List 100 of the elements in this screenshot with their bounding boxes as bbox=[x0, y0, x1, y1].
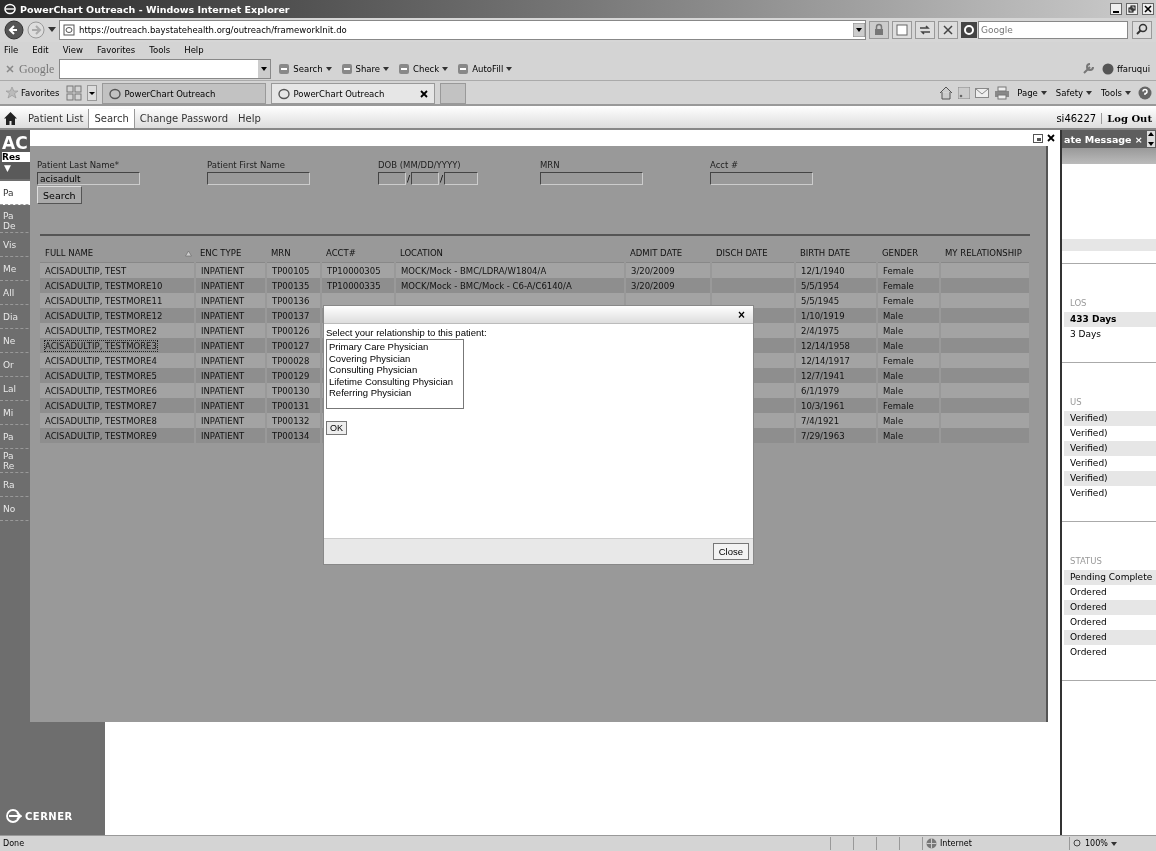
stop-icon[interactable] bbox=[938, 21, 958, 39]
panel-row-text: Ordered bbox=[1069, 646, 1108, 659]
menu-item[interactable]: Edit bbox=[32, 45, 49, 55]
column-header[interactable]: DISCH DATE bbox=[711, 244, 795, 263]
scroll-arrows-icon[interactable] bbox=[1147, 131, 1155, 147]
column-header[interactable]: FULL NAME bbox=[40, 244, 195, 263]
field-label: DOB (MM/DD/YYYY) bbox=[378, 160, 462, 170]
search-icon[interactable] bbox=[1132, 21, 1152, 39]
panel-row-text: 3 Days bbox=[1069, 328, 1103, 341]
page-icon bbox=[63, 24, 75, 36]
input-field[interactable] bbox=[540, 172, 643, 185]
help-icon[interactable] bbox=[1138, 85, 1152, 100]
toolbar-icon bbox=[457, 63, 470, 75]
toolbar-button[interactable]: Search bbox=[276, 63, 334, 75]
page-icon bbox=[278, 87, 291, 100]
menu-item[interactable]: View bbox=[62, 45, 83, 55]
column-header[interactable]: BIRTH DATE bbox=[795, 244, 877, 263]
page-icon bbox=[109, 87, 122, 100]
caret-icon[interactable] bbox=[87, 84, 98, 101]
table-cell: 7/29/1963 bbox=[795, 428, 877, 443]
column-header[interactable]: ENC TYPE bbox=[195, 244, 266, 263]
nav-tab[interactable]: Search bbox=[88, 109, 135, 128]
security-zone: Internet bbox=[922, 837, 1069, 850]
caret-icon bbox=[442, 67, 449, 71]
logout-link[interactable]: Log Out bbox=[1102, 113, 1152, 124]
toolbar-button[interactable]: Check bbox=[396, 63, 451, 75]
table-cell[interactable]: ACISADULTIP, TESTMORE9 bbox=[40, 428, 195, 443]
relationship-list[interactable]: Primary Care Physician Covering Physician Consulting Physician Lifetime Consulting Physician Referring Physician bbox=[326, 339, 464, 409]
menu-item[interactable]: Tools bbox=[149, 45, 171, 55]
print-icon[interactable] bbox=[994, 85, 1011, 100]
column-header[interactable]: MY RELATIONSHIP bbox=[940, 244, 1030, 263]
search-field[interactable]: Google bbox=[978, 21, 1128, 39]
close-button[interactable] bbox=[1142, 3, 1154, 15]
favorites-button[interactable]: Favorites bbox=[4, 86, 62, 99]
toolbar-button[interactable]: Share bbox=[338, 63, 392, 75]
list-option[interactable]: Primary Care Physician bbox=[329, 341, 461, 353]
input-field[interactable] bbox=[207, 172, 310, 185]
nav-tab[interactable]: Patient List bbox=[23, 109, 89, 128]
table-cell: Male bbox=[877, 428, 940, 443]
search-button[interactable]: Search bbox=[37, 186, 82, 204]
command-menu[interactable]: Page bbox=[1015, 87, 1049, 98]
minimize-button[interactable] bbox=[1110, 3, 1122, 15]
panel-row-text: Ordered bbox=[1069, 586, 1108, 599]
google-logo-icon bbox=[961, 22, 977, 38]
column-header[interactable]: MRN bbox=[266, 244, 321, 263]
user-menu[interactable]: ffaruqui bbox=[1099, 63, 1152, 75]
feed-icon[interactable] bbox=[958, 86, 971, 99]
day-field[interactable] bbox=[411, 172, 440, 185]
panel-row-text: Ordered bbox=[1069, 616, 1108, 629]
list-option[interactable]: Lifetime Consulting Physician bbox=[329, 375, 461, 387]
nav-tab[interactable]: Help bbox=[233, 109, 266, 128]
panel-row-text: Verified) bbox=[1069, 487, 1109, 500]
field-label: Patient Last Name* bbox=[37, 160, 121, 170]
nav-tab[interactable]: Change Password bbox=[134, 109, 234, 128]
dropdown-icon[interactable] bbox=[258, 60, 271, 78]
restore-icon[interactable] bbox=[1033, 133, 1043, 143]
zoom-icon bbox=[1073, 839, 1082, 848]
toolbar-icon bbox=[398, 63, 411, 75]
menu-item[interactable]: File bbox=[4, 45, 19, 55]
caret-icon bbox=[1125, 90, 1131, 95]
list-option[interactable]: Covering Physician bbox=[329, 352, 461, 364]
close-icon[interactable] bbox=[420, 89, 429, 98]
year-field[interactable] bbox=[444, 172, 479, 185]
caret-icon[interactable] bbox=[48, 27, 56, 33]
browser-tab[interactable]: PowerChart Outreach bbox=[102, 83, 267, 104]
close-icon[interactable] bbox=[1047, 134, 1055, 142]
list-option[interactable]: Consulting Physician bbox=[329, 364, 461, 376]
back-button[interactable] bbox=[4, 20, 24, 40]
input-field[interactable]: acisadult bbox=[37, 172, 140, 185]
toolbar-search-field[interactable] bbox=[59, 59, 272, 79]
table-cell: TP00134 bbox=[266, 428, 321, 443]
toolbar-logo: Google bbox=[19, 61, 55, 77]
command-menu[interactable]: Tools bbox=[1099, 87, 1133, 98]
input-field[interactable] bbox=[710, 172, 813, 185]
mail-icon[interactable] bbox=[975, 87, 990, 98]
column-header[interactable]: GENDER bbox=[877, 244, 940, 263]
close-button[interactable]: Close bbox=[712, 543, 749, 560]
zoom-button[interactable]: 100% bbox=[1069, 837, 1156, 850]
menu-item[interactable]: Favorites bbox=[96, 45, 136, 55]
panel-row: 433 Days bbox=[1064, 312, 1156, 327]
compatibility-icon[interactable] bbox=[892, 21, 912, 39]
list-option[interactable]: Referring Physician bbox=[329, 387, 461, 399]
column-header[interactable]: ADMIT DATE bbox=[625, 244, 711, 263]
star-icon bbox=[6, 86, 18, 99]
dropdown-icon[interactable] bbox=[853, 23, 865, 37]
refresh-icon[interactable] bbox=[915, 21, 935, 39]
menu-item[interactable]: Help bbox=[184, 45, 204, 55]
home-icon[interactable] bbox=[4, 112, 17, 125]
toolbar-button[interactable]: AutoFill bbox=[455, 63, 515, 75]
month-field[interactable] bbox=[378, 172, 406, 185]
column-header: US bbox=[1069, 397, 1083, 409]
command-menu[interactable]: Safety bbox=[1053, 87, 1095, 98]
column-header[interactable]: LOCATION bbox=[395, 244, 625, 263]
toolbar-icon bbox=[340, 63, 353, 75]
ok-button[interactable]: OK bbox=[326, 421, 347, 435]
close-button[interactable]: × bbox=[738, 307, 745, 322]
address-field[interactable]: https://outreach.baystatehealth.org/outreach/frameworkInit.do bbox=[59, 20, 866, 40]
browser-tab[interactable]: PowerChart Outreach bbox=[271, 83, 436, 104]
column-header[interactable]: ACCT# bbox=[321, 244, 395, 263]
restore-button[interactable] bbox=[1126, 3, 1138, 15]
